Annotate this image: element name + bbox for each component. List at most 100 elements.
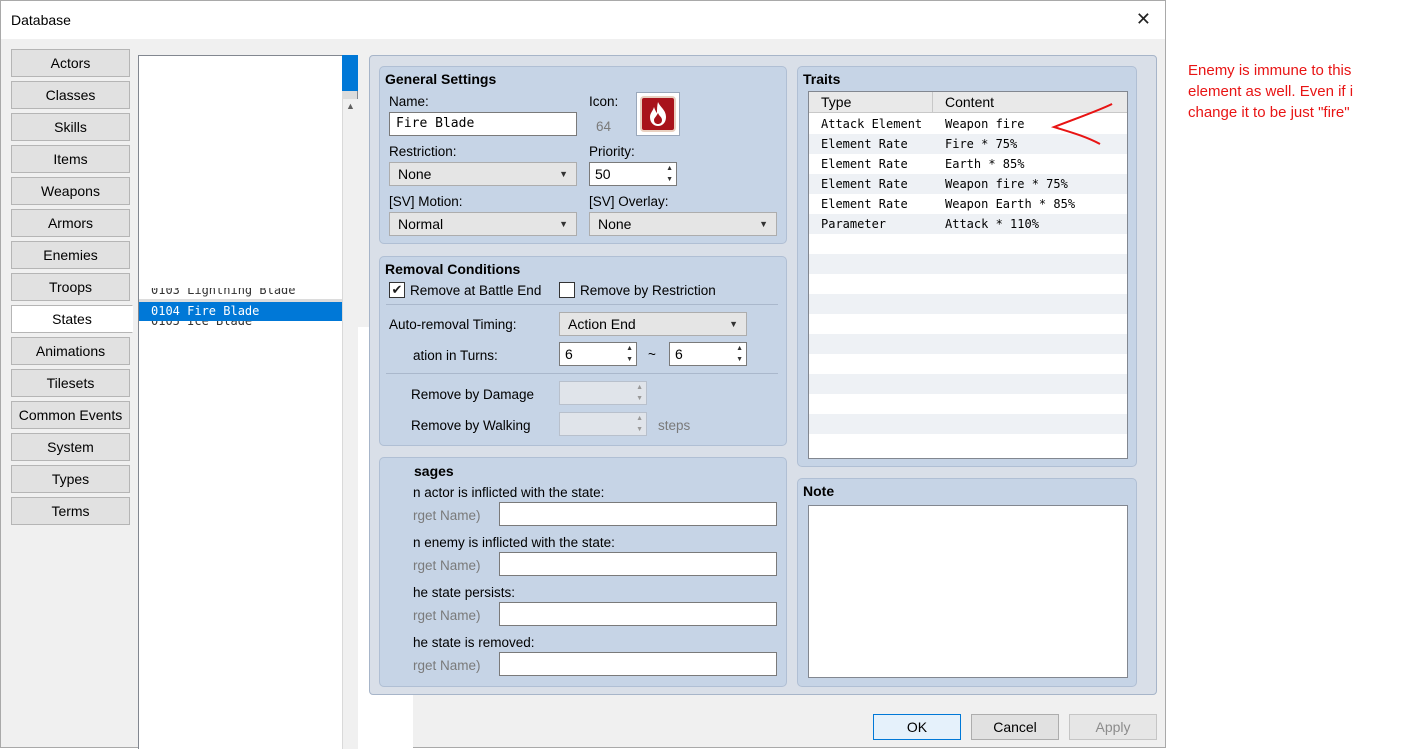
spin-arrows-icon: ▲ ▼ (636, 415, 643, 433)
steps-label: steps (658, 418, 691, 433)
spin-arrows-icon[interactable]: ▲ ▼ (666, 163, 673, 185)
trait-content: Attack * 110% (945, 217, 1039, 231)
trait-content: Earth * 85% (945, 157, 1025, 171)
window-title: Database (11, 12, 71, 28)
persists-message-label: he state persists: (413, 585, 516, 600)
ok-button[interactable]: OK (873, 714, 961, 740)
close-icon[interactable]: ✕ (1136, 9, 1151, 30)
priority-label: Priority: (589, 144, 635, 159)
list-scrollbar[interactable]: ▲ (342, 99, 358, 749)
tab-enemies[interactable]: Enemies (11, 241, 130, 269)
tab-system[interactable]: System (11, 433, 130, 461)
table-row[interactable] (809, 414, 1127, 434)
table-row[interactable]: Element Rate Earth * 85% (809, 154, 1127, 174)
group-title: Removal Conditions (385, 261, 521, 277)
spin-arrows-icon[interactable]: ▲ ▼ (626, 343, 633, 365)
table-row[interactable] (809, 434, 1127, 454)
table-row[interactable] (809, 314, 1127, 334)
tab-items[interactable]: Items (11, 145, 130, 173)
motion-select[interactable]: Normal ▼ (389, 212, 577, 236)
apply-button[interactable]: Apply (1069, 714, 1157, 740)
tab-states[interactable]: States (11, 305, 133, 333)
overlay-value: None (598, 216, 632, 232)
list-redaction-top (139, 56, 342, 288)
removed-message-input[interactable] (499, 652, 777, 676)
group-title: Traits (803, 71, 841, 87)
timing-label: Auto-removal Timing: (389, 317, 517, 332)
walking-spinner[interactable]: ▲ ▼ (559, 412, 647, 436)
actor-message-input[interactable] (499, 502, 777, 526)
restriction-value: None (398, 166, 432, 182)
tab-weapons[interactable]: Weapons (11, 177, 130, 205)
tab-classes[interactable]: Classes (11, 81, 130, 109)
chevron-down-icon: ▼ (559, 169, 568, 179)
table-row[interactable] (809, 254, 1127, 274)
priority-spinner[interactable]: 50 ▲ ▼ (589, 162, 677, 186)
database-window: Database ✕ Actors Classes Skills Items Weapo… (0, 0, 1166, 749)
duration-min-spinner[interactable]: 6 ▲ ▼ (559, 342, 637, 366)
timing-select[interactable]: Action End ▼ (559, 312, 747, 336)
table-row[interactable] (809, 234, 1127, 254)
restriction-removal-label: Remove by Restriction (580, 283, 716, 298)
range-separator: ~ (648, 347, 656, 362)
overlay-label: [SV] Overlay: (589, 194, 669, 209)
tab-animations[interactable]: Animations (11, 337, 130, 365)
table-row[interactable]: Element Rate Weapon fire * 75% (809, 174, 1127, 194)
spin-arrows-icon: ▲ ▼ (636, 384, 643, 402)
table-row[interactable] (809, 394, 1127, 414)
list-item[interactable]: 0103 Lightning Blade (139, 288, 342, 299)
list-item-selected[interactable]: 0104 Fire Blade (139, 302, 342, 321)
icon-picker[interactable] (636, 92, 680, 136)
table-row[interactable]: Element Rate Weapon Earth * 85% (809, 194, 1127, 214)
removed-target-placeholder: rget Name) (413, 658, 481, 673)
cancel-button[interactable]: Cancel (971, 714, 1059, 740)
table-row[interactable] (809, 274, 1127, 294)
table-row[interactable] (809, 354, 1127, 374)
trait-content: Weapon fire * 75% (945, 177, 1068, 191)
trait-content: Fire * 75% (945, 137, 1018, 151)
spin-arrows-icon[interactable]: ▲ ▼ (736, 343, 743, 365)
tab-actors[interactable]: Actors (11, 49, 130, 77)
annotation-arrow (1050, 103, 1113, 145)
column-header-type[interactable]: Type (809, 92, 933, 113)
group-title: Note (803, 483, 835, 499)
scroll-up-icon[interactable]: ▲ (346, 101, 355, 111)
table-row[interactable]: Parameter Attack * 110% (809, 214, 1127, 234)
trait-type: Element Rate (821, 197, 908, 211)
tab-common-events[interactable]: Common Events (11, 401, 130, 429)
icon-label: Icon: (589, 94, 619, 109)
name-input[interactable]: Fire Blade (389, 112, 577, 136)
chevron-down-icon: ▼ (559, 219, 568, 229)
enemy-message-input[interactable] (499, 552, 777, 576)
battle-end-checkbox[interactable]: ✔ (389, 282, 405, 298)
overlay-select[interactable]: None ▼ (589, 212, 777, 236)
motion-label: [SV] Motion: (389, 194, 463, 209)
group-title: General Settings (385, 71, 497, 87)
tab-types[interactable]: Types (11, 465, 130, 493)
trait-type: Parameter (821, 217, 887, 231)
restriction-label: Restriction: (389, 144, 457, 159)
table-row[interactable] (809, 294, 1127, 314)
title-bar: Database ✕ (1, 1, 1165, 39)
restriction-checkbox[interactable] (559, 282, 575, 298)
table-row[interactable] (809, 334, 1127, 354)
tab-troops[interactable]: Troops (11, 273, 130, 301)
tab-terms[interactable]: Terms (11, 497, 130, 525)
restriction-select[interactable]: None ▼ (389, 162, 577, 186)
tab-armors[interactable]: Armors (11, 209, 130, 237)
trait-content: Weapon fire (945, 117, 1025, 131)
trait-type: Element Rate (821, 137, 908, 151)
trait-type: Attack Element (821, 117, 923, 131)
enemy-target-placeholder: rget Name) (413, 558, 481, 573)
enemy-message-label: n enemy is inflicted with the state: (413, 535, 615, 550)
fire-icon (640, 96, 676, 132)
note-textarea[interactable] (808, 505, 1128, 678)
chevron-down-icon: ▼ (729, 319, 738, 329)
persists-message-input[interactable] (499, 602, 777, 626)
duration-max-spinner[interactable]: 6 ▲ ▼ (669, 342, 747, 366)
damage-spinner[interactable]: ▲ ▼ (559, 381, 647, 405)
tab-tilesets[interactable]: Tilesets (11, 369, 130, 397)
tab-skills[interactable]: Skills (11, 113, 130, 141)
duration-min-value: 6 (565, 346, 573, 362)
table-row[interactable] (809, 374, 1127, 394)
